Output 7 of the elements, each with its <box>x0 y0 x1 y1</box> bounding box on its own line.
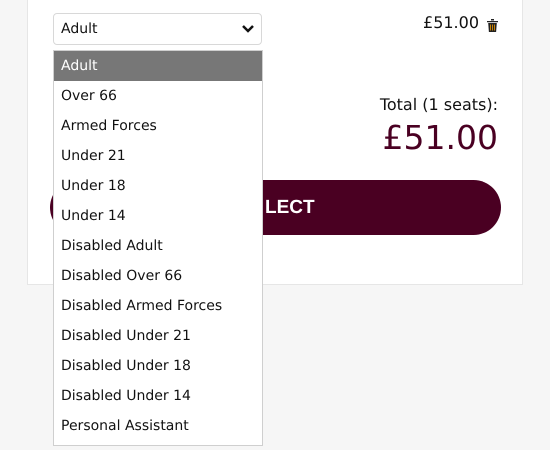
chevron-icon <box>241 24 255 34</box>
ticket-type-select[interactable]: Adult <box>53 13 262 45</box>
total-price: £51.00 <box>382 118 498 157</box>
dropdown-option[interactable]: Adult <box>54 51 262 81</box>
trash-icon[interactable] <box>487 19 498 32</box>
total-label: Total (1 seats): <box>380 95 498 114</box>
ticket-price: £51.00 <box>423 13 479 32</box>
